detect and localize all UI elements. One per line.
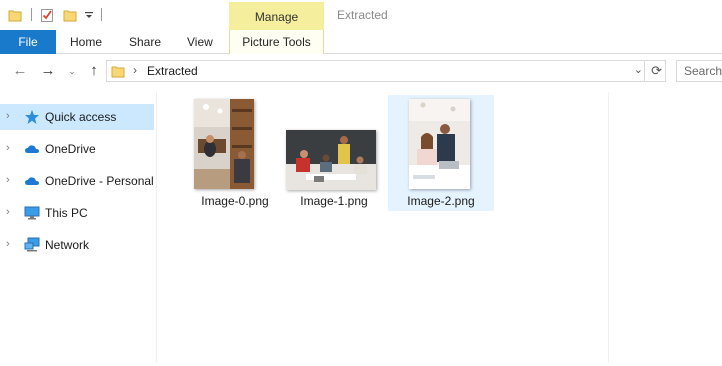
sidebar-item-label: This PC [45, 206, 88, 220]
star-icon [25, 110, 39, 124]
breadcrumb-chevron-icon[interactable]: › [133, 63, 137, 77]
address-bar[interactable]: › Extracted ⌄ ⟳ [106, 60, 666, 82]
expand-chevron-icon[interactable]: › [6, 110, 10, 122]
navigation-pane: › Quick access › OneDrive › OneDrive - P… [0, 92, 157, 362]
sidebar-item-onedrive-personal[interactable]: › OneDrive - Personal [0, 168, 154, 194]
manage-contextual-header[interactable]: Manage [229, 2, 324, 30]
sidebar-item-label: Network [45, 238, 90, 252]
back-arrow-icon[interactable]: ← [12, 63, 28, 79]
file-item-image-2[interactable]: Image-2.png [388, 95, 494, 211]
address-row: ← → ⌄ ↑ › Extracted ⌄ ⟳ Search [0, 55, 722, 87]
up-arrow-icon[interactable]: ↑ [86, 63, 102, 79]
recent-locations-chevron-icon[interactable]: ⌄ [64, 63, 80, 79]
forward-arrow-icon[interactable]: → [40, 63, 56, 79]
sidebar-item-onedrive[interactable]: › OneDrive [0, 136, 154, 162]
cloud-icon [25, 177, 39, 185]
customize-dropdown-icon[interactable] [84, 7, 94, 23]
address-dropdown-icon[interactable]: ⌄ [634, 63, 643, 76]
network-icon [24, 237, 40, 252]
image-thumbnail [286, 130, 376, 190]
sidebar-item-label: Quick access [45, 110, 117, 124]
sidebar-item-label: OneDrive [45, 142, 96, 156]
details-pane-divider [608, 92, 609, 362]
new-folder-icon[interactable] [63, 7, 77, 23]
office-photo-thumbnail [194, 99, 254, 189]
title-bar: Manage Extracted [0, 0, 722, 30]
folder-icon[interactable] [8, 7, 22, 23]
meeting-photo-thumbnail [286, 130, 376, 190]
tab-picture-tools[interactable]: Picture Tools [229, 30, 324, 54]
sidebar-item-network[interactable]: › Network [0, 232, 154, 258]
expand-chevron-icon[interactable]: › [6, 238, 10, 250]
file-name: Image-1.png [300, 194, 368, 208]
image-thumbnail [409, 99, 470, 189]
expand-chevron-icon[interactable]: › [6, 142, 10, 154]
expand-chevron-icon[interactable]: › [6, 206, 10, 218]
tab-file[interactable]: File [0, 30, 56, 54]
address-divider [644, 61, 645, 81]
file-item-image-0[interactable]: Image-0.png [182, 95, 288, 211]
file-list: Image-0.png Image-1.png Image-2.png [158, 92, 608, 362]
tab-home[interactable]: Home [70, 30, 102, 54]
sidebar-item-quick-access[interactable]: › Quick access [0, 104, 154, 130]
tab-view[interactable]: View [187, 30, 213, 54]
qat-separator [31, 8, 32, 21]
tab-share[interactable]: Share [129, 30, 161, 54]
sidebar-item-this-pc[interactable]: › This PC [0, 200, 154, 226]
window-title: Extracted [337, 8, 388, 22]
cloud-icon [25, 145, 39, 153]
file-name: Image-2.png [407, 194, 475, 208]
breadcrumb-current[interactable]: Extracted [147, 64, 198, 78]
ribbon-tabs: File Home Share View Picture Tools [0, 30, 722, 54]
sidebar-item-label: OneDrive - Personal [45, 174, 154, 188]
folder-icon [111, 66, 125, 78]
image-thumbnail [194, 99, 254, 189]
expand-chevron-icon[interactable]: › [6, 174, 10, 186]
file-name: Image-0.png [201, 194, 269, 208]
properties-checkmark-icon[interactable] [40, 7, 54, 23]
qat-separator [101, 8, 102, 21]
monitor-icon [24, 206, 40, 220]
coworkers-photo-thumbnail [409, 99, 470, 189]
file-item-image-1[interactable]: Image-1.png [281, 95, 387, 211]
refresh-icon[interactable]: ⟳ [651, 63, 662, 79]
search-input[interactable]: Search [676, 60, 722, 82]
